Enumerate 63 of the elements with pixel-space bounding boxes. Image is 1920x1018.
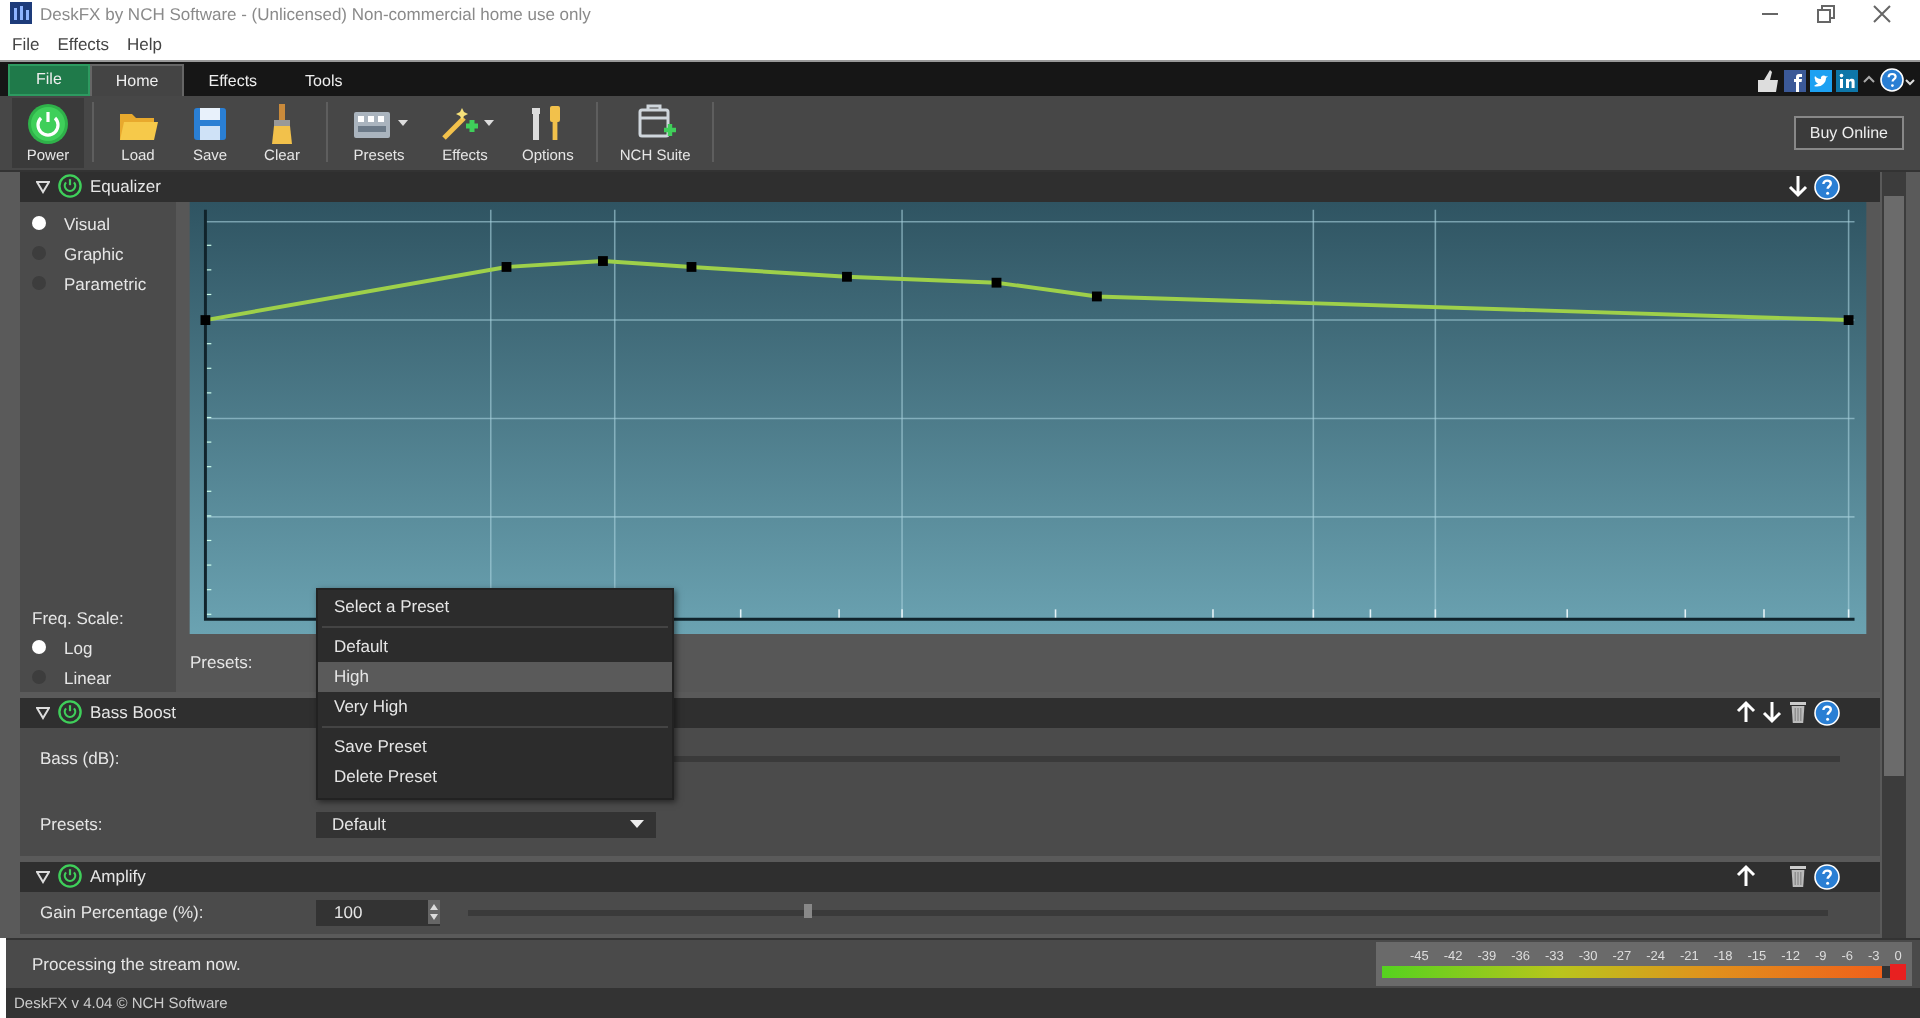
down-arrow-icon[interactable] xyxy=(1762,700,1782,725)
power-toggle-icon[interactable] xyxy=(58,174,82,199)
facebook-icon[interactable] xyxy=(1784,69,1806,92)
field-label: Presets: xyxy=(40,814,105,835)
power-toggle-icon[interactable] xyxy=(58,864,82,889)
panel-title: Amplify xyxy=(90,866,146,887)
radio-button[interactable]: Graphic xyxy=(32,243,176,264)
panel-title: Bass Boost xyxy=(90,702,176,723)
menu-title: Select a Preset xyxy=(332,593,452,620)
preset-dropdown[interactable]: Default xyxy=(316,811,656,838)
twitter-icon[interactable] xyxy=(1810,69,1832,92)
up-arrow-icon[interactable] xyxy=(1736,864,1756,889)
menu-item[interactable]: High xyxy=(318,661,672,692)
gain-slider-thumb[interactable] xyxy=(804,903,812,918)
menu-item[interactable]: File xyxy=(12,33,40,54)
field-label: Freq. Scale: xyxy=(32,607,126,628)
menu-item[interactable]: Delete Preset xyxy=(318,761,672,792)
help-icon[interactable] xyxy=(1814,173,1840,200)
trash-icon[interactable] xyxy=(1788,864,1808,889)
radio-button[interactable]: Linear xyxy=(32,667,176,688)
up-arrow-icon[interactable] xyxy=(1736,700,1756,725)
panel-header[interactable]: Amplify xyxy=(20,861,1880,892)
restore-icon[interactable] xyxy=(1816,3,1836,24)
field-label: Bass (dB): xyxy=(40,748,122,769)
menu-item[interactable]: Save Preset xyxy=(318,731,672,762)
app-icon xyxy=(10,2,32,25)
field-label: Presets: xyxy=(190,652,253,673)
close-icon[interactable] xyxy=(1872,3,1892,24)
collapse-toggle-icon[interactable] xyxy=(36,869,50,884)
ribbon-tab[interactable]: Home xyxy=(89,63,185,96)
field-label: Gain Percentage (%): xyxy=(40,902,206,923)
spin-arrows-icon[interactable] xyxy=(428,900,440,925)
caret-icon xyxy=(398,119,408,128)
status-message: Processing the stream now. xyxy=(32,954,241,975)
ribbon-tab[interactable]: File xyxy=(8,63,90,96)
panel-header[interactable]: Equalizer xyxy=(20,171,1880,202)
help-icon[interactable] xyxy=(1814,863,1840,890)
ribbon-tab[interactable]: Tools xyxy=(281,65,367,96)
caret-icon xyxy=(484,119,494,128)
linkedin-icon[interactable] xyxy=(1836,69,1858,92)
down-arrow-icon[interactable] xyxy=(1788,174,1808,199)
trash-icon[interactable] xyxy=(1788,700,1808,725)
menu-item[interactable]: Effects xyxy=(57,33,110,54)
radio-button[interactable]: Log xyxy=(32,637,176,658)
scrollbar[interactable] xyxy=(1882,171,1906,939)
help-icon[interactable] xyxy=(1814,699,1840,726)
power-icon xyxy=(26,101,70,146)
gain-spinbox[interactable]: 100 xyxy=(316,899,440,926)
thumbs-up-icon[interactable] xyxy=(1758,69,1780,92)
menu-item[interactable]: Default xyxy=(318,631,672,662)
buy-online-button[interactable]: Buy Online xyxy=(1793,115,1904,150)
window-title: DeskFX by NCH Software - (Unlicensed) Non-commercial home use only xyxy=(40,3,591,24)
menu-item[interactable]: Very High xyxy=(318,691,672,722)
menu-item[interactable]: Help xyxy=(127,33,163,54)
radio-button[interactable]: Visual xyxy=(32,213,176,234)
collapse-toggle-icon[interactable] xyxy=(36,705,50,720)
radio-button[interactable]: Parametric xyxy=(32,273,176,294)
help-icon[interactable] xyxy=(1880,68,1916,93)
collapse-toggle-icon[interactable] xyxy=(36,179,50,194)
caret-icon xyxy=(630,820,644,829)
power-toggle-icon[interactable] xyxy=(58,700,82,725)
ribbon-tab[interactable]: Effects xyxy=(184,65,282,96)
panel-title: Equalizer xyxy=(90,176,161,197)
